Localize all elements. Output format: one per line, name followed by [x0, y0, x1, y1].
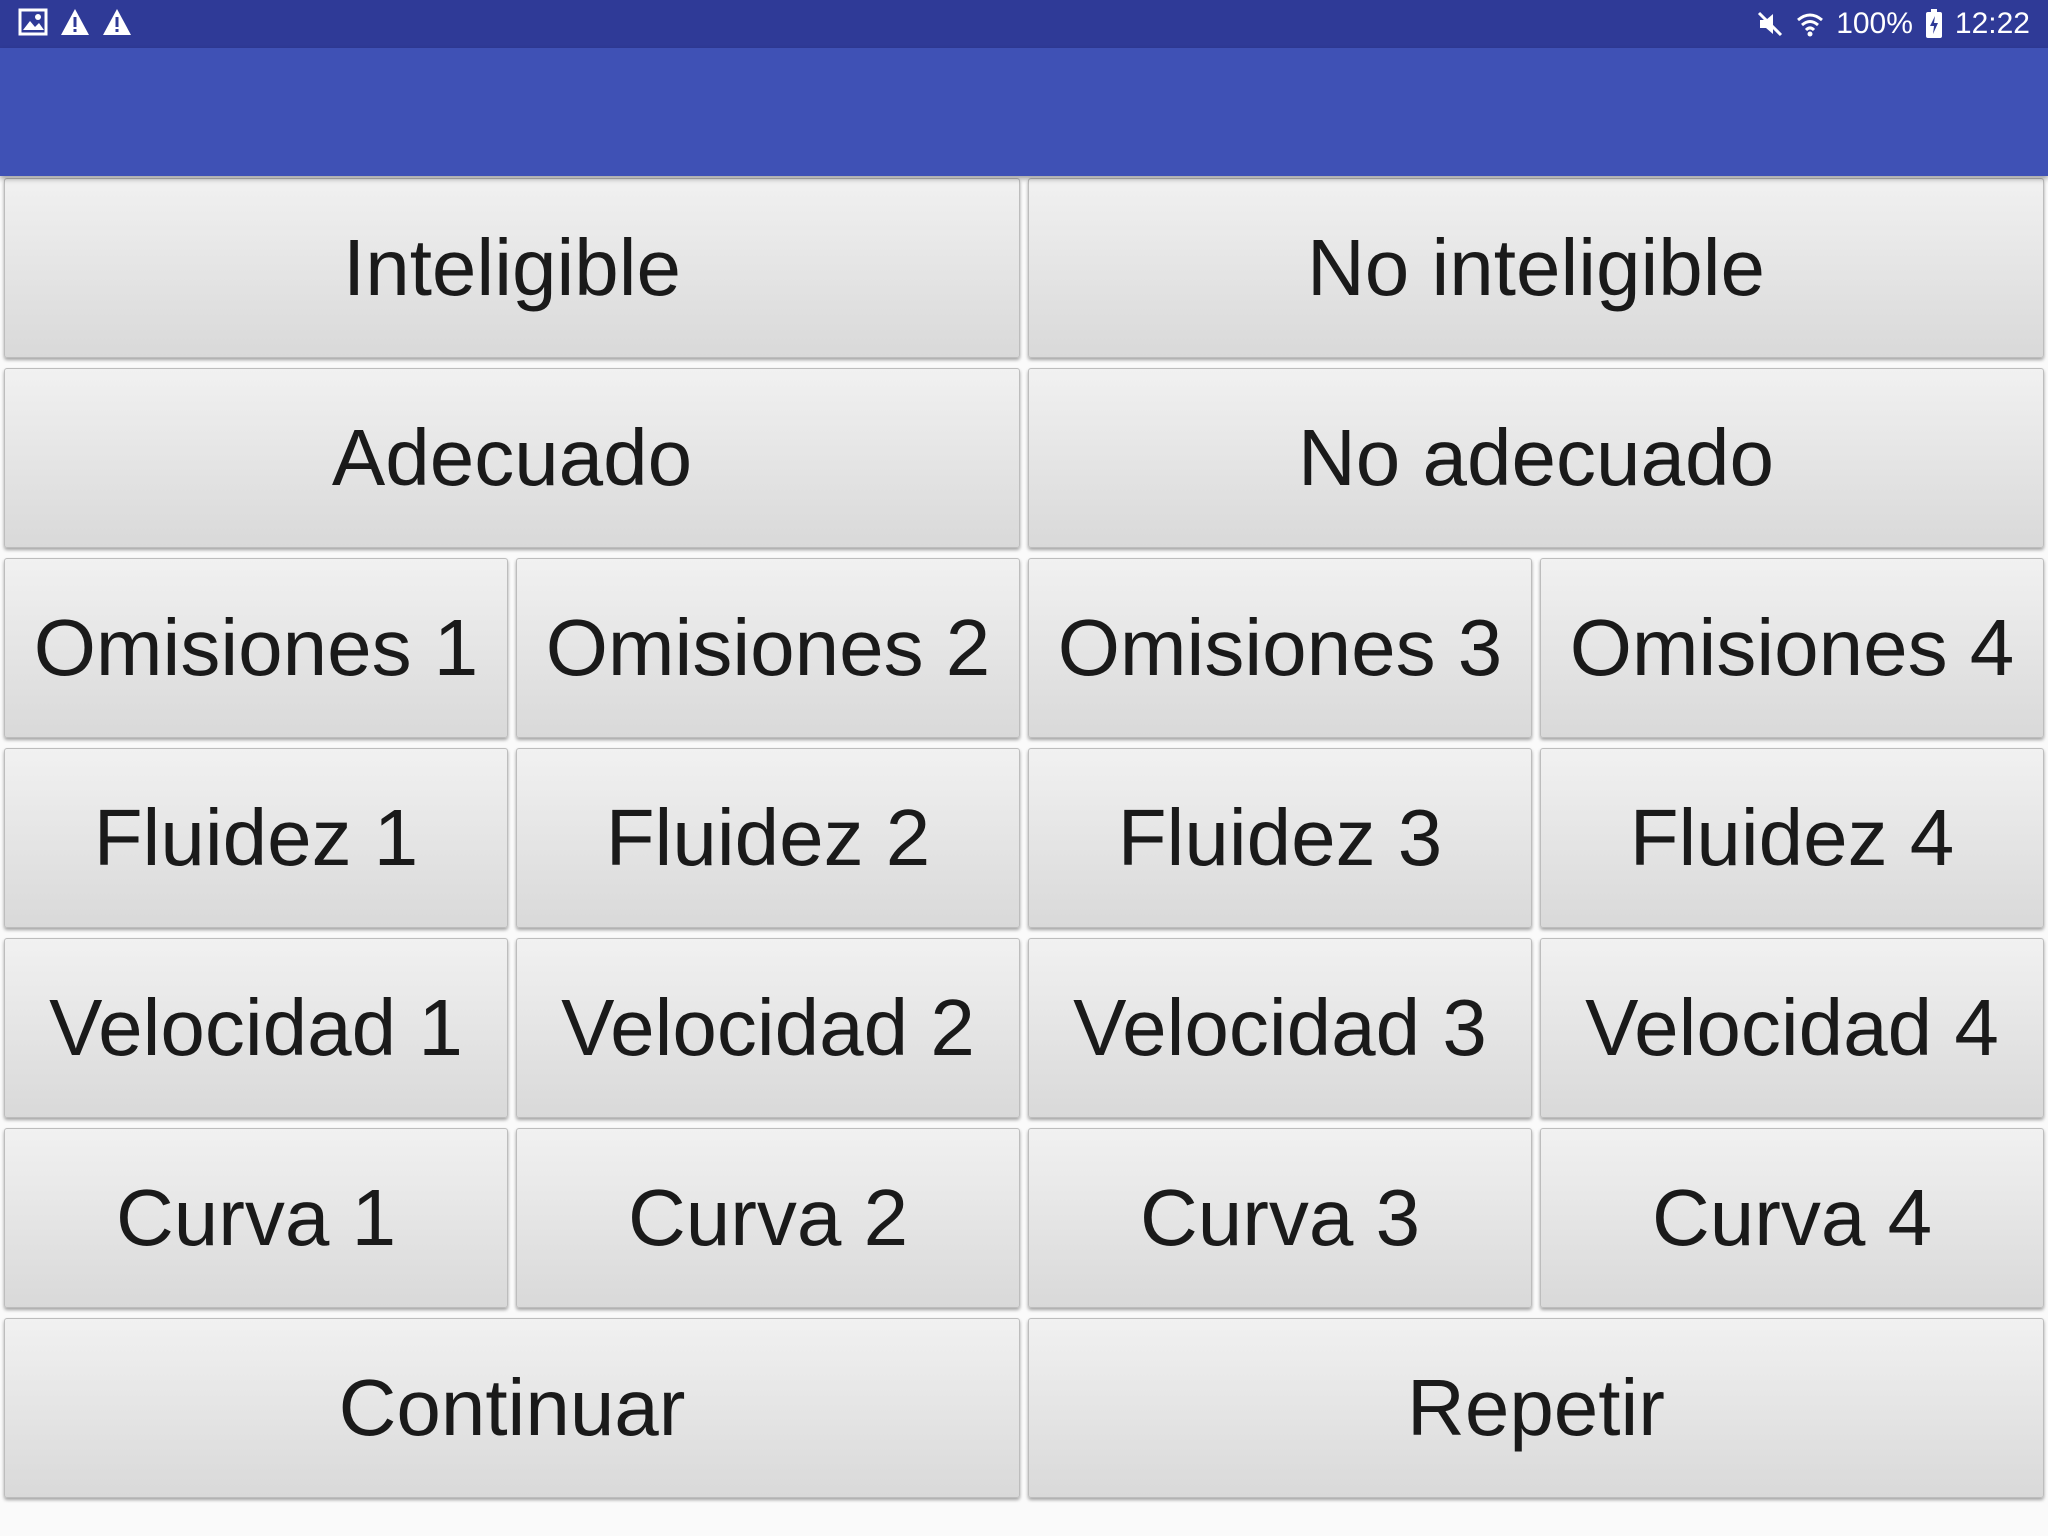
curva-3-button[interactable]: Curva 3 [1028, 1128, 1532, 1308]
fluidez-1-button[interactable]: Fluidez 1 [4, 748, 508, 928]
velocidad-2-button[interactable]: Velocidad 2 [516, 938, 1020, 1118]
battery-charging-icon [1925, 9, 1943, 39]
velocidad-1-button[interactable]: Velocidad 1 [4, 938, 508, 1118]
velocidad-3-button[interactable]: Velocidad 3 [1028, 938, 1532, 1118]
fluidez-2-button[interactable]: Fluidez 2 [516, 748, 1020, 928]
warning-icon [60, 8, 90, 36]
no-adecuado-button[interactable]: No adecuado [1028, 368, 2044, 548]
notification-icons [18, 8, 132, 36]
curva-2-button[interactable]: Curva 2 [516, 1128, 1020, 1308]
system-icons: 100% 12:22 [1756, 0, 2030, 48]
clock: 12:22 [1954, 7, 2030, 40]
velocidad-4-button[interactable]: Velocidad 4 [1540, 938, 2044, 1118]
curva-1-button[interactable]: Curva 1 [4, 1128, 508, 1308]
evaluation-panel: Inteligible No inteligible Adecuado No a… [0, 176, 2048, 1536]
curva-4-button[interactable]: Curva 4 [1540, 1128, 2044, 1308]
omisiones-3-button[interactable]: Omisiones 3 [1028, 558, 1532, 738]
no-inteligible-button[interactable]: No inteligible [1028, 178, 2044, 358]
omisiones-4-button[interactable]: Omisiones 4 [1540, 558, 2044, 738]
image-icon [18, 8, 48, 36]
inteligible-button[interactable]: Inteligible [4, 178, 1020, 358]
fluidez-3-button[interactable]: Fluidez 3 [1028, 748, 1532, 928]
omisiones-1-button[interactable]: Omisiones 1 [4, 558, 508, 738]
mute-icon [1756, 10, 1784, 38]
status-bar: 100% 12:22 [0, 0, 2048, 48]
app-bar [0, 48, 2048, 176]
repetir-button[interactable]: Repetir [1028, 1318, 2044, 1498]
battery-percent: 100% [1836, 7, 1913, 40]
continuar-button[interactable]: Continuar [4, 1318, 1020, 1498]
wifi-icon [1796, 10, 1824, 38]
adecuado-button[interactable]: Adecuado [4, 368, 1020, 548]
warning-icon [102, 8, 132, 36]
fluidez-4-button[interactable]: Fluidez 4 [1540, 748, 2044, 928]
omisiones-2-button[interactable]: Omisiones 2 [516, 558, 1020, 738]
